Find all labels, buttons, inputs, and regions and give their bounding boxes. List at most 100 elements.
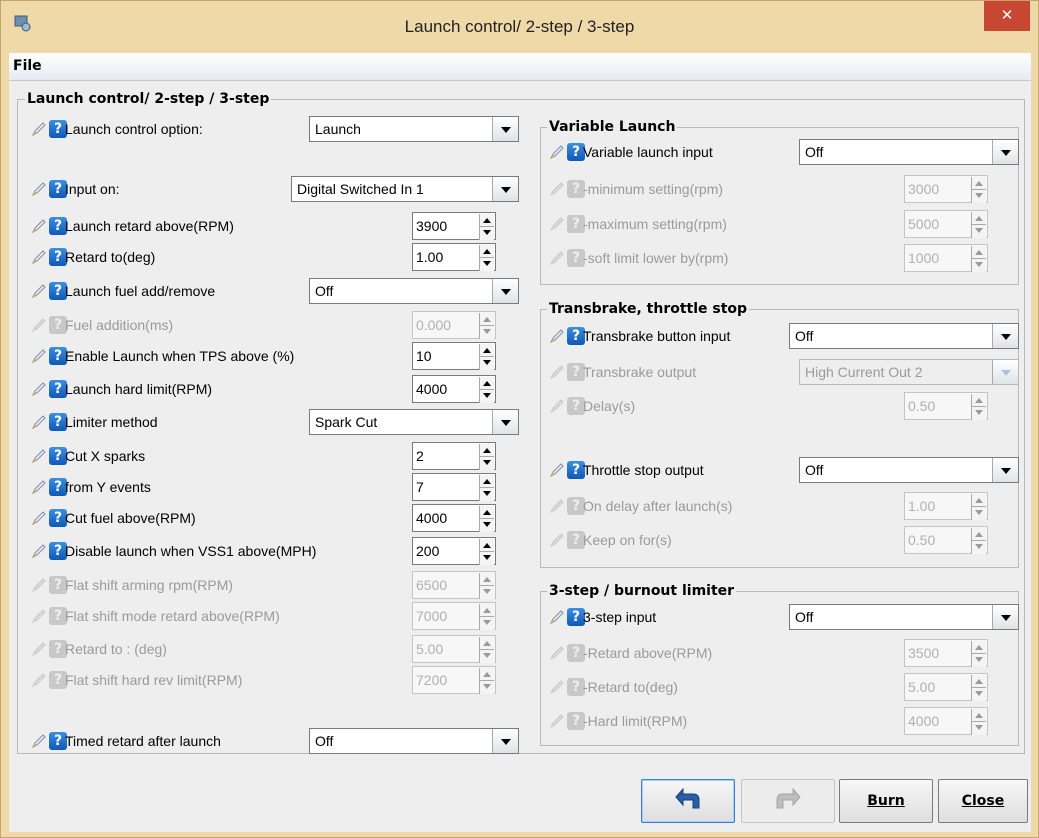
field-label: -minimum setting(rpm): [583, 181, 724, 197]
field-row: ? Transbrake output High Current Out 2: [9, 359, 1031, 385]
number-spinner: 3500: [904, 639, 989, 667]
spinner-arrows-icon: [971, 675, 986, 701]
dropdown-select[interactable]: Off: [789, 604, 1019, 630]
edit-pencil-icon: [549, 498, 565, 514]
field-row: ? Variable launch input Off: [9, 139, 1031, 165]
number-input: 0.50: [904, 526, 988, 554]
field-label: -soft limit lower by(rpm): [583, 250, 729, 266]
spinner-divider: [480, 487, 494, 488]
number-spinner: 0.50: [904, 392, 989, 420]
number-input: 0.50: [904, 392, 988, 420]
number-value: 5000: [908, 216, 940, 232]
spinner-arrows-icon: [479, 573, 494, 599]
menu-bar: File: [9, 53, 1031, 81]
field-row: ? -Retard above(RPM) 3500: [9, 639, 1031, 667]
spinner-divider: [972, 506, 986, 507]
number-value: 4000: [908, 713, 940, 729]
edit-pencil-icon: [549, 679, 565, 695]
spinner-arrows-icon: [971, 394, 986, 420]
edit-pencil-icon: [549, 645, 565, 661]
spinner-arrows-icon: [971, 641, 986, 667]
dropdown-value: Off: [795, 609, 814, 625]
spinner-divider: [972, 653, 986, 654]
field-row: ? -Hard limit(RPM) 4000: [9, 707, 1031, 735]
field-label: Keep on for(s): [583, 532, 672, 548]
number-value: 3000: [908, 181, 940, 197]
spinner-divider: [972, 258, 986, 259]
dropdown-select[interactable]: Off: [789, 323, 1019, 349]
window-close-button[interactable]: ✕: [984, 1, 1030, 31]
chevron-down-icon[interactable]: [992, 605, 1018, 629]
edit-pencil-icon[interactable]: [549, 462, 565, 478]
spinner-divider: [972, 406, 986, 407]
edit-pencil-icon[interactable]: [549, 144, 565, 160]
number-value: 5.00: [908, 679, 936, 695]
dropdown-value: Launch: [315, 121, 361, 137]
number-value: 1.00: [908, 498, 936, 514]
number-spinner: 6500: [412, 571, 497, 599]
spinner-arrows-icon: [971, 246, 986, 272]
spinner-divider: [972, 189, 986, 190]
spinner-divider: [972, 224, 986, 225]
number-value: 1000: [908, 250, 940, 266]
variable-launch-legend: Variable Launch: [547, 119, 678, 135]
spinner-divider: [480, 585, 494, 586]
number-value: 0.50: [908, 532, 936, 548]
field-label: Launch control option:: [65, 121, 203, 137]
field-label: -Hard limit(RPM): [583, 713, 688, 729]
number-spinner: 4000: [904, 707, 989, 735]
spinner-divider: [972, 721, 986, 722]
dropdown-select[interactable]: Off: [799, 139, 1019, 165]
number-input: 6500: [412, 571, 496, 599]
spinner-divider: [972, 540, 986, 541]
chevron-down-icon[interactable]: [992, 458, 1018, 482]
edit-pencil-icon[interactable]: [31, 733, 47, 749]
field-row: ? 3-step input Off: [9, 604, 1031, 630]
edit-pencil-icon: [549, 364, 565, 380]
field-row: ? Transbrake button input Off: [9, 323, 1031, 349]
title-bar[interactable]: Launch control/ 2-step / 3-step ✕: [1, 1, 1038, 53]
edit-pencil-icon: [549, 398, 565, 414]
edit-pencil-icon[interactable]: [549, 328, 565, 344]
chevron-down-icon[interactable]: [492, 117, 518, 141]
burn-button[interactable]: Burn: [839, 779, 933, 823]
three-step-legend: 3-step / burnout limiter: [547, 583, 737, 599]
chevron-down-icon[interactable]: [992, 140, 1018, 164]
field-row: ? On delay after launch(s) 1.00: [9, 492, 1031, 520]
field-row: ? -minimum setting(rpm) 3000: [9, 175, 1031, 203]
field-label: Timed retard after launch: [65, 733, 221, 749]
chevron-down-icon[interactable]: [992, 324, 1018, 348]
field-label: -maximum setting(rpm): [583, 216, 727, 232]
chevron-down-icon: [992, 360, 1018, 384]
dropdown-select[interactable]: Off: [799, 457, 1019, 483]
field-label: -Retard to(deg): [583, 679, 678, 695]
field-label: -Retard above(RPM): [583, 645, 713, 661]
close-button[interactable]: Close: [938, 779, 1028, 823]
undo-button[interactable]: [641, 779, 735, 823]
field-label: Launch fuel add/remove: [65, 283, 216, 299]
chevron-down-icon[interactable]: [492, 279, 518, 303]
close-label: Close: [961, 793, 1005, 809]
spinner-arrows-icon: [971, 528, 986, 554]
spinner-divider: [480, 389, 494, 390]
field-row: ? Keep on for(s) 0.50: [9, 526, 1031, 554]
number-input: 1000: [904, 244, 988, 272]
field-row: ? Throttle stop output Off: [9, 457, 1031, 483]
redo-button[interactable]: [741, 779, 835, 823]
number-value: 3500: [908, 645, 940, 661]
menu-file[interactable]: File: [13, 58, 42, 74]
spinner-arrows-icon: [971, 177, 986, 203]
window-title: Launch control/ 2-step / 3-step: [404, 17, 635, 36]
edit-pencil-icon: [549, 532, 565, 548]
edit-pencil-icon[interactable]: [31, 121, 47, 137]
field-label: Throttle stop output: [583, 462, 704, 478]
number-value: 6500: [416, 577, 448, 593]
edit-pencil-icon[interactable]: [549, 609, 565, 625]
edit-pencil-icon: [549, 216, 565, 232]
dropdown-select[interactable]: Off: [309, 278, 519, 304]
edit-pencil-icon[interactable]: [31, 283, 47, 299]
spinner-arrows-icon: [971, 709, 986, 735]
dialog-window: Launch control/ 2-step / 3-step ✕ File L…: [0, 0, 1039, 838]
field-label: Transbrake output: [583, 364, 697, 380]
number-input: 5000: [904, 210, 988, 238]
